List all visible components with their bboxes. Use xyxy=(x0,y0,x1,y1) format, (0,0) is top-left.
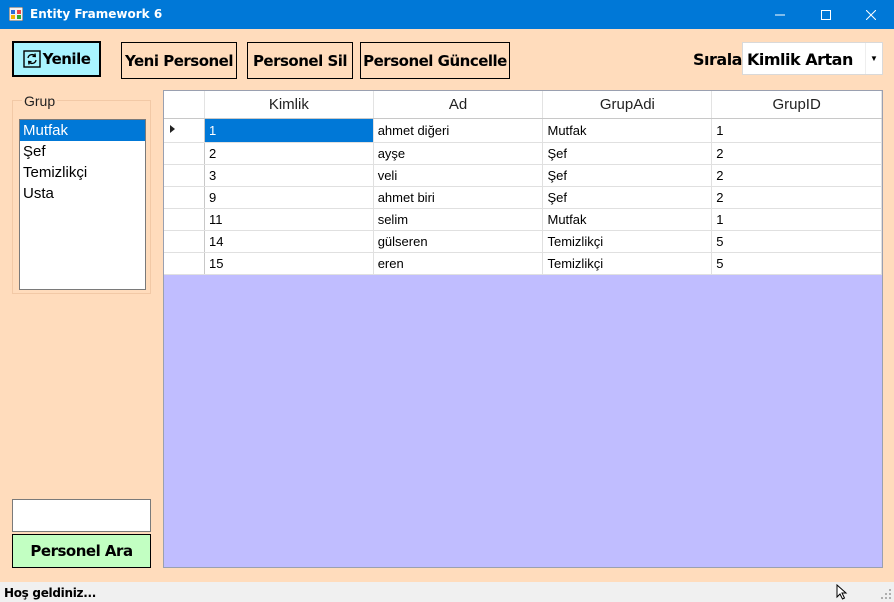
search-personnel-button[interactable]: Personel Ara xyxy=(12,534,151,568)
table-cell[interactable]: ayşe xyxy=(373,142,544,165)
search-personnel-label: Personel Ara xyxy=(30,542,133,560)
group-box-label: Grup xyxy=(22,93,58,109)
update-personnel-button[interactable]: Personel Güncelle xyxy=(360,42,510,79)
column-header-kimlik[interactable]: Kimlik xyxy=(204,91,374,119)
refresh-button-label: Yenile xyxy=(42,50,91,68)
table-cell[interactable]: Şef xyxy=(542,164,713,187)
maximize-button[interactable] xyxy=(803,0,849,29)
title-bar: Entity Framework 6 xyxy=(0,0,894,29)
status-text: Hoş geldiniz... xyxy=(4,586,96,600)
table-cell[interactable]: ahmet diğeri xyxy=(373,118,544,143)
table-cell[interactable]: 9 xyxy=(204,186,374,209)
window-title: Entity Framework 6 xyxy=(30,7,163,21)
table-row[interactable]: 3 veli Şef 2 xyxy=(164,164,882,187)
table-cell[interactable]: 2 xyxy=(711,164,882,187)
table-header-row: Kimlik Ad GrupAdi GrupID xyxy=(164,91,882,119)
column-header-grupadi[interactable]: GrupAdi xyxy=(542,91,713,119)
group-item-sef[interactable]: Şef xyxy=(20,141,145,162)
table-cell[interactable]: 14 xyxy=(204,230,374,253)
table-cell[interactable]: Mutfak xyxy=(542,208,713,231)
table-cell[interactable]: Şef xyxy=(542,186,713,209)
new-personnel-label: Yeni Personel xyxy=(125,51,234,70)
table-cell[interactable]: Mutfak xyxy=(542,118,713,143)
table-cell[interactable]: 11 xyxy=(204,208,374,231)
table-row[interactable]: 9 ahmet biri Şef 2 xyxy=(164,186,882,209)
table-cell[interactable]: eren xyxy=(373,252,544,275)
new-personnel-button[interactable]: Yeni Personel xyxy=(121,42,237,79)
table-cell[interactable]: 5 xyxy=(711,252,882,275)
group-item-usta[interactable]: Usta xyxy=(20,183,145,204)
resize-grip-icon[interactable] xyxy=(880,588,892,600)
table-cell[interactable]: 1 xyxy=(711,118,882,143)
sort-label: Sırala xyxy=(693,50,742,69)
row-header[interactable] xyxy=(164,118,205,143)
table-cell[interactable]: 3 xyxy=(204,164,374,187)
refresh-icon xyxy=(22,50,41,68)
personnel-table: Kimlik Ad GrupAdi GrupID 1 ahmet diğeri … xyxy=(164,91,882,275)
row-header-corner[interactable] xyxy=(164,91,205,119)
table-cell[interactable]: 2 xyxy=(711,186,882,209)
table-cell[interactable]: selim xyxy=(373,208,544,231)
row-header[interactable] xyxy=(164,208,205,231)
close-icon xyxy=(866,9,876,20)
sort-selected-value: Kimlik Artan xyxy=(747,50,853,69)
group-listbox[interactable]: Mutfak Şef Temizlikçi Usta xyxy=(19,119,146,290)
form-client-area: Yenile Yeni Personel Personel Sil Person… xyxy=(0,29,894,582)
table-row[interactable]: 15 eren Temizlikçi 5 xyxy=(164,252,882,275)
table-row[interactable]: 11 selim Mutfak 1 xyxy=(164,208,882,231)
delete-personnel-label: Personel Sil xyxy=(252,51,348,70)
close-button[interactable] xyxy=(848,0,894,29)
table-cell[interactable]: 15 xyxy=(204,252,374,275)
table-cell[interactable]: 2 xyxy=(204,142,374,165)
row-header[interactable] xyxy=(164,230,205,253)
search-input[interactable] xyxy=(12,499,151,532)
status-bar: Hoş geldiniz... xyxy=(0,582,894,602)
personnel-datagrid[interactable]: Kimlik Ad GrupAdi GrupID 1 ahmet diğeri … xyxy=(163,90,883,568)
delete-personnel-button[interactable]: Personel Sil xyxy=(247,42,353,79)
table-cell[interactable]: 5 xyxy=(711,230,882,253)
table-cell[interactable]: Temizlikçi xyxy=(542,252,713,275)
minimize-button[interactable] xyxy=(757,0,803,29)
table-cell[interactable]: Temizlikçi xyxy=(542,230,713,253)
table-cell[interactable]: 1 xyxy=(204,118,374,143)
column-header-ad[interactable]: Ad xyxy=(373,91,544,119)
table-cell[interactable]: 1 xyxy=(711,208,882,231)
mouse-cursor-icon xyxy=(836,584,848,600)
table-cell[interactable]: gülseren xyxy=(373,230,544,253)
row-header[interactable] xyxy=(164,252,205,275)
maximize-icon xyxy=(821,9,831,20)
group-item-mutfak[interactable]: Mutfak xyxy=(20,120,145,141)
table-cell[interactable]: Şef xyxy=(542,142,713,165)
minimize-icon xyxy=(775,14,785,15)
dropdown-arrow-icon[interactable]: ▼ xyxy=(865,43,882,74)
sort-combobox[interactable]: Kimlik Artan ▼ xyxy=(742,42,883,75)
column-header-grupid[interactable]: GrupID xyxy=(711,91,882,119)
update-personnel-label: Personel Güncelle xyxy=(363,51,507,70)
row-header[interactable] xyxy=(164,164,205,187)
row-header[interactable] xyxy=(164,186,205,209)
current-row-arrow-icon xyxy=(170,124,175,133)
table-row[interactable]: 14 gülseren Temizlikçi 5 xyxy=(164,230,882,253)
table-cell[interactable]: ahmet biri xyxy=(373,186,544,209)
table-row[interactable]: 1 ahmet diğeri Mutfak 1 xyxy=(164,118,882,143)
refresh-button[interactable]: Yenile xyxy=(12,41,101,77)
table-cell[interactable]: 2 xyxy=(711,142,882,165)
group-box: Grup Mutfak Şef Temizlikçi Usta xyxy=(12,93,151,294)
table-cell[interactable]: veli xyxy=(373,164,544,187)
table-row[interactable]: 2 ayşe Şef 2 xyxy=(164,142,882,165)
app-icon xyxy=(9,7,23,21)
group-item-temizlikci[interactable]: Temizlikçi xyxy=(20,162,145,183)
row-header[interactable] xyxy=(164,142,205,165)
